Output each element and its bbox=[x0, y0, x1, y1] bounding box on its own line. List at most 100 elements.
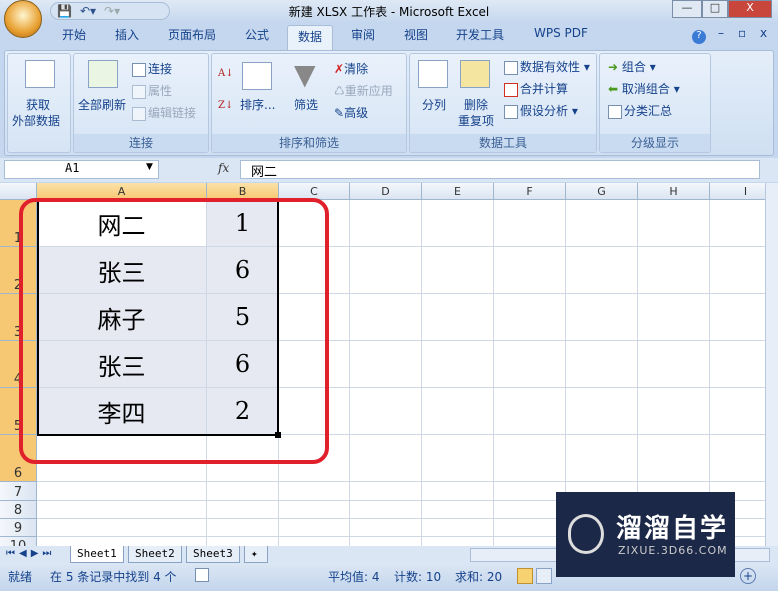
cell-D2[interactable] bbox=[350, 247, 422, 294]
cell-A7[interactable] bbox=[37, 482, 207, 501]
name-box[interactable]: A1 bbox=[4, 160, 159, 179]
cell-D1[interactable] bbox=[350, 200, 422, 247]
tab-home[interactable]: 开始 bbox=[62, 26, 86, 43]
column-header-E[interactable]: E bbox=[422, 183, 494, 200]
tab-insert[interactable]: 插入 bbox=[115, 26, 139, 43]
cell-A9[interactable] bbox=[37, 519, 207, 537]
save-icon[interactable]: 💾 bbox=[57, 4, 72, 18]
close-button[interactable]: X bbox=[728, 0, 772, 18]
cell-F2[interactable] bbox=[494, 247, 566, 294]
sort-button[interactable]: 排序... bbox=[240, 96, 275, 113]
what-if-button[interactable]: 假设分析 ▾ bbox=[504, 102, 578, 119]
tab-page-layout[interactable]: 页面布局 bbox=[168, 26, 216, 43]
cell-B7[interactable] bbox=[207, 482, 279, 501]
tab-developer[interactable]: 开发工具 bbox=[456, 26, 504, 43]
group-button[interactable]: ➜ 组合 ▾ bbox=[608, 58, 656, 75]
cell-E7[interactable] bbox=[422, 482, 494, 501]
cell-E6[interactable] bbox=[422, 435, 494, 482]
cell-I2[interactable] bbox=[710, 247, 765, 294]
tab-formulas[interactable]: 公式 bbox=[245, 26, 269, 43]
redo-icon[interactable]: ↷▾ bbox=[104, 4, 120, 18]
help-icon[interactable]: ? bbox=[692, 30, 706, 44]
cell-D9[interactable] bbox=[350, 519, 422, 537]
cell-F6[interactable] bbox=[494, 435, 566, 482]
cell-E2[interactable] bbox=[422, 247, 494, 294]
remove-duplicates-label[interactable]: 重复项 bbox=[458, 112, 494, 129]
cell-D6[interactable] bbox=[350, 435, 422, 482]
cell-F3[interactable] bbox=[494, 294, 566, 341]
cell-G6[interactable] bbox=[566, 435, 638, 482]
cell-A8[interactable] bbox=[37, 501, 207, 519]
vertical-scrollbar[interactable] bbox=[765, 183, 778, 546]
cell-H5[interactable] bbox=[638, 388, 710, 435]
cell-E5[interactable] bbox=[422, 388, 494, 435]
sheet-tab-1[interactable]: Sheet1 bbox=[70, 546, 124, 563]
name-box-dropdown-icon[interactable]: ▼ bbox=[146, 162, 153, 172]
connections-button[interactable]: 连接 bbox=[132, 60, 172, 77]
insert-sheet-icon[interactable]: ✦ bbox=[244, 546, 268, 563]
cell-G4[interactable] bbox=[566, 341, 638, 388]
cell-E9[interactable] bbox=[422, 519, 494, 537]
cell-G1[interactable] bbox=[566, 200, 638, 247]
cell-B10[interactable] bbox=[207, 537, 279, 546]
cell-E4[interactable] bbox=[422, 341, 494, 388]
ribbon-restore-icon[interactable]: ▫ bbox=[738, 26, 746, 40]
row-header-8[interactable]: 8 bbox=[0, 501, 37, 519]
clear-button[interactable]: ✗清除 bbox=[334, 60, 368, 77]
cell-E3[interactable] bbox=[422, 294, 494, 341]
column-header-H[interactable]: H bbox=[638, 183, 710, 200]
cell-G3[interactable] bbox=[566, 294, 638, 341]
column-header-D[interactable]: D bbox=[350, 183, 422, 200]
cell-C10[interactable] bbox=[279, 537, 350, 546]
remove-duplicates-button[interactable]: 删除 bbox=[464, 96, 488, 113]
cell-G5[interactable] bbox=[566, 388, 638, 435]
zoom-in-icon[interactable]: + bbox=[740, 568, 756, 584]
row-header-7[interactable]: 7 bbox=[0, 482, 37, 501]
cell-I6[interactable] bbox=[710, 435, 765, 482]
sort-za-button[interactable]: Z↓ bbox=[218, 100, 233, 111]
cell-F1[interactable] bbox=[494, 200, 566, 247]
get-external-data-label[interactable]: 外部数据 bbox=[12, 112, 60, 129]
ribbon-minimize-icon[interactable]: – bbox=[718, 26, 724, 40]
cell-B9[interactable] bbox=[207, 519, 279, 537]
sheet-tab-2[interactable]: Sheet2 bbox=[128, 546, 182, 563]
cell-D10[interactable] bbox=[350, 537, 422, 546]
sheet-tab-3[interactable]: Sheet3 bbox=[186, 546, 240, 563]
tab-wps-pdf[interactable]: WPS PDF bbox=[534, 26, 588, 40]
cell-D5[interactable] bbox=[350, 388, 422, 435]
row-header-10[interactable]: 10 bbox=[0, 537, 37, 546]
filter-button[interactable]: 筛选 bbox=[294, 96, 318, 113]
ribbon-close-icon[interactable]: x bbox=[760, 26, 767, 40]
formula-input[interactable]: 网二 bbox=[240, 160, 760, 180]
cell-E1[interactable] bbox=[422, 200, 494, 247]
cell-H6[interactable] bbox=[638, 435, 710, 482]
cell-H3[interactable] bbox=[638, 294, 710, 341]
minimize-button[interactable]: — bbox=[672, 0, 702, 18]
cell-H1[interactable] bbox=[638, 200, 710, 247]
refresh-all-button[interactable]: 全部刷新 bbox=[78, 96, 126, 113]
undo-icon[interactable]: ↶▾ bbox=[80, 4, 96, 18]
tab-review[interactable]: 审阅 bbox=[351, 26, 375, 43]
consolidate-button[interactable]: 合并计算 bbox=[504, 80, 568, 97]
tab-data[interactable]: 数据 bbox=[287, 25, 334, 51]
tab-view[interactable]: 视图 bbox=[404, 26, 428, 43]
cell-D3[interactable] bbox=[350, 294, 422, 341]
cell-C8[interactable] bbox=[279, 501, 350, 519]
insert-function-button[interactable]: fx bbox=[218, 161, 229, 175]
cell-I1[interactable] bbox=[710, 200, 765, 247]
cell-D8[interactable] bbox=[350, 501, 422, 519]
cell-H4[interactable] bbox=[638, 341, 710, 388]
cell-B8[interactable] bbox=[207, 501, 279, 519]
cell-E8[interactable] bbox=[422, 501, 494, 519]
cell-I5[interactable] bbox=[710, 388, 765, 435]
cell-C7[interactable] bbox=[279, 482, 350, 501]
cell-I4[interactable] bbox=[710, 341, 765, 388]
cell-F5[interactable] bbox=[494, 388, 566, 435]
cell-G2[interactable] bbox=[566, 247, 638, 294]
row-header-9[interactable]: 9 bbox=[0, 519, 37, 537]
macro-record-icon[interactable] bbox=[195, 568, 209, 582]
subtotal-button[interactable]: 分类汇总 bbox=[608, 102, 672, 119]
sort-az-button[interactable]: A↓ bbox=[218, 68, 234, 79]
column-header-F[interactable]: F bbox=[494, 183, 566, 200]
cell-H2[interactable] bbox=[638, 247, 710, 294]
